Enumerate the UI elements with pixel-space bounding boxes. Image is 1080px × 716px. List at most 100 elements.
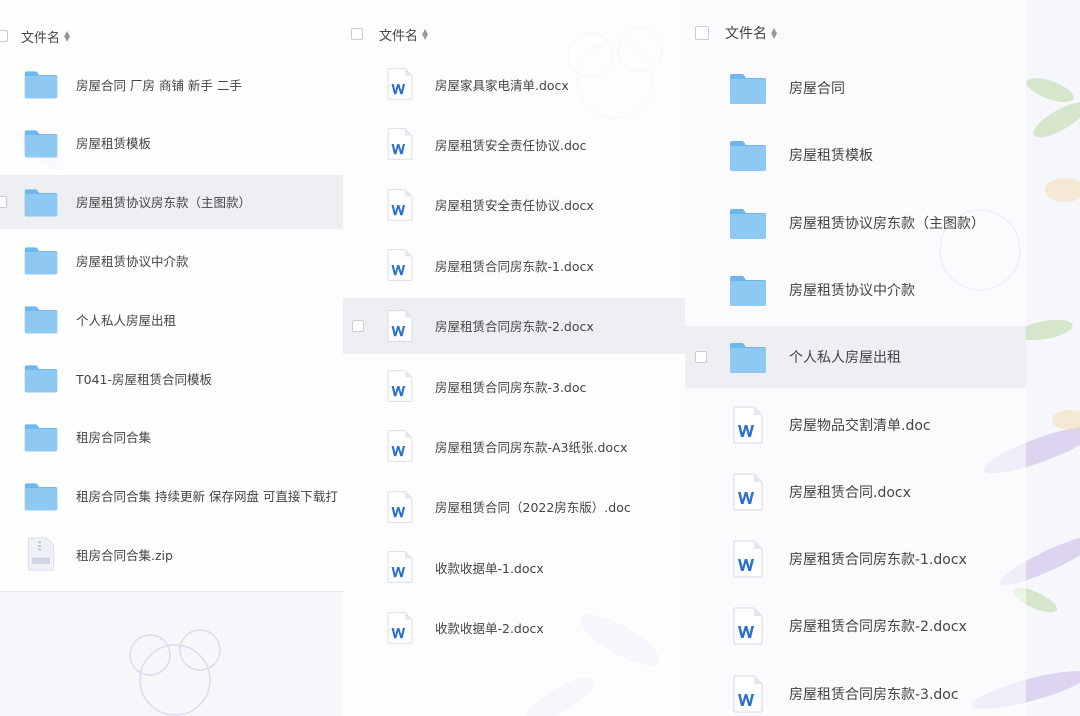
file-row[interactable]: 房屋租赁模板: [0, 116, 343, 170]
file-row[interactable]: 房屋物品交割清单.doc: [685, 394, 1026, 456]
file-row[interactable]: 房屋租赁安全责任协议.doc: [343, 116, 685, 172]
file-name[interactable]: 租房合同合集 持续更新 保存网盘 可直接下载打: [76, 486, 338, 505]
file-name[interactable]: 个人私人房屋出租: [789, 347, 901, 367]
folder-icon: [23, 184, 59, 220]
column-header-filename[interactable]: 文件名: [725, 23, 767, 43]
folder-icon: [23, 66, 59, 102]
file-row[interactable]: 房屋租赁模板: [685, 124, 1026, 186]
file-name[interactable]: 房屋租赁协议房东款（主图款）: [76, 192, 251, 211]
file-name[interactable]: 房屋租赁合同房东款-2.docx: [789, 616, 967, 636]
word-doc-icon: [383, 309, 417, 343]
word-doc-icon: [383, 490, 417, 524]
file-row[interactable]: 房屋租赁协议房东款（主图款）: [0, 174, 343, 229]
row-checkbox[interactable]: [695, 351, 707, 364]
file-name[interactable]: 房屋合同 厂房 商铺 新手 二手: [76, 75, 242, 94]
file-row[interactable]: 房屋家具家电清单.docx: [343, 56, 685, 112]
folder-icon: [728, 68, 768, 108]
file-name[interactable]: 房屋租赁合同房东款-3.doc: [789, 684, 959, 704]
file-row[interactable]: 房屋租赁协议中介款: [685, 259, 1026, 321]
file-row[interactable]: 收款收据单-2.docx: [343, 600, 685, 656]
select-all-checkbox[interactable]: [0, 30, 8, 42]
file-row[interactable]: 房屋租赁协议房东款（主图款）: [685, 192, 1026, 254]
folder-icon: [23, 301, 59, 337]
word-doc-icon: [383, 429, 417, 463]
file-row[interactable]: 房屋租赁安全责任协议.docx: [343, 177, 685, 233]
column-header-filename[interactable]: 文件名: [21, 27, 60, 46]
file-list-panel-1: 文件名 ▲ ▼ 房屋合同 厂房 商铺 新手 二手 房屋租赁模板 房屋租赁协议房东款…: [0, 0, 343, 592]
word-doc-icon: [728, 606, 768, 646]
file-row[interactable]: 房屋合同 厂房 商铺 新手 二手: [0, 57, 343, 111]
folder-icon: [728, 270, 768, 310]
sort-icon[interactable]: ▲ ▼: [771, 27, 777, 40]
select-all-checkbox[interactable]: [695, 26, 709, 40]
file-name[interactable]: 房屋租赁合同房东款-2.docx: [435, 316, 594, 335]
file-name[interactable]: 房屋租赁合同（2022房东版）.doc: [435, 497, 631, 516]
file-name[interactable]: T041-房屋租赁合同模板: [76, 369, 212, 388]
file-name[interactable]: 房屋租赁合同房东款-3.doc: [435, 377, 586, 396]
file-name[interactable]: 房屋租赁安全责任协议.docx: [435, 195, 594, 214]
folder-icon: [728, 337, 768, 377]
word-doc-icon: [383, 611, 417, 645]
file-name[interactable]: 个人私人房屋出租: [76, 310, 176, 329]
list-header: 文件名 ▲ ▼: [685, 22, 1026, 44]
file-name[interactable]: 房屋租赁合同房东款-1.docx: [435, 256, 594, 275]
file-name[interactable]: 房屋租赁合同房东款-1.docx: [789, 549, 967, 569]
folder-icon: [23, 419, 59, 455]
word-doc-icon: [383, 67, 417, 101]
file-list-panel-3: 文件名 ▲ ▼ 房屋合同 房屋租赁模板 房屋租赁协议房东款（主图款） 房屋租赁协议…: [685, 0, 1026, 716]
file-name[interactable]: 房屋合同: [789, 78, 845, 98]
word-doc-icon: [383, 188, 417, 222]
file-row[interactable]: 房屋租赁合同房东款-1.docx: [685, 528, 1026, 590]
file-row[interactable]: 房屋租赁合同房东款-2.docx: [343, 297, 685, 354]
folder-icon: [728, 203, 768, 243]
folder-icon: [728, 135, 768, 175]
file-name[interactable]: 房屋租赁协议中介款: [789, 280, 915, 300]
zip-file-icon: [23, 536, 59, 572]
word-doc-icon: [728, 405, 768, 445]
file-row[interactable]: 租房合同合集: [0, 410, 343, 464]
folder-icon: [23, 478, 59, 514]
file-name[interactable]: 房屋家具家电清单.docx: [435, 75, 569, 94]
file-row[interactable]: 租房合同合集 持续更新 保存网盘 可直接下载打: [0, 469, 343, 523]
file-name[interactable]: 房屋租赁模板: [789, 145, 873, 165]
file-row[interactable]: 房屋租赁合同房东款-1.docx: [343, 237, 685, 293]
column-header-filename[interactable]: 文件名: [379, 25, 418, 44]
file-name[interactable]: 房屋租赁协议中介款: [76, 251, 189, 270]
file-name[interactable]: 房屋租赁模板: [76, 133, 151, 152]
file-list-panel-2: 文件名 ▲ ▼ 房屋家具家电清单.docx 房屋租赁安全责任协议.doc 房屋租赁…: [343, 0, 685, 716]
file-name[interactable]: 房屋租赁合同.docx: [789, 482, 911, 502]
file-row[interactable]: 房屋合同: [685, 57, 1026, 119]
file-row[interactable]: 收款收据单-1.docx: [343, 539, 685, 595]
row-checkbox[interactable]: [0, 195, 7, 208]
file-row[interactable]: 租房合同合集.zip: [0, 527, 343, 581]
file-row[interactable]: 房屋租赁合同.docx: [685, 461, 1026, 523]
file-name[interactable]: 租房合同合集: [76, 427, 151, 446]
file-name[interactable]: 房屋租赁合同房东款-A3纸张.docx: [435, 437, 627, 456]
word-doc-icon: [383, 550, 417, 584]
word-doc-icon: [383, 369, 417, 403]
file-row[interactable]: 房屋租赁合同房东款-3.doc: [343, 358, 685, 414]
file-name[interactable]: 收款收据单-2.docx: [435, 618, 544, 637]
file-row[interactable]: 房屋租赁合同房东款-2.docx: [685, 595, 1026, 657]
folder-icon: [23, 360, 59, 396]
sort-icon[interactable]: ▲ ▼: [64, 30, 70, 43]
file-name[interactable]: 房屋租赁协议房东款（主图款）: [789, 213, 985, 233]
file-name[interactable]: 房屋物品交割清单.doc: [789, 415, 931, 435]
file-name[interactable]: 租房合同合集.zip: [76, 545, 173, 564]
file-row[interactable]: 房屋租赁合同房东款-A3纸张.docx: [343, 418, 685, 474]
folder-icon: [23, 125, 59, 161]
select-all-checkbox[interactable]: [351, 28, 363, 40]
file-name[interactable]: 房屋租赁安全责任协议.doc: [435, 135, 586, 154]
file-row[interactable]: 房屋租赁合同（2022房东版）.doc: [343, 479, 685, 535]
file-row[interactable]: T041-房屋租赁合同模板: [0, 351, 343, 405]
row-checkbox[interactable]: [352, 319, 364, 332]
file-name[interactable]: 收款收据单-1.docx: [435, 558, 544, 577]
file-row[interactable]: 房屋租赁协议中介款: [0, 233, 343, 287]
file-row[interactable]: 个人私人房屋出租: [685, 326, 1026, 389]
word-doc-icon: [383, 127, 417, 161]
list-header: 文件名 ▲ ▼: [0, 26, 343, 46]
file-row[interactable]: 个人私人房屋出租: [0, 292, 343, 346]
folder-icon: [23, 242, 59, 278]
file-row[interactable]: 房屋租赁合同房东款-3.doc: [685, 663, 1026, 716]
sort-icon[interactable]: ▲ ▼: [422, 28, 428, 41]
